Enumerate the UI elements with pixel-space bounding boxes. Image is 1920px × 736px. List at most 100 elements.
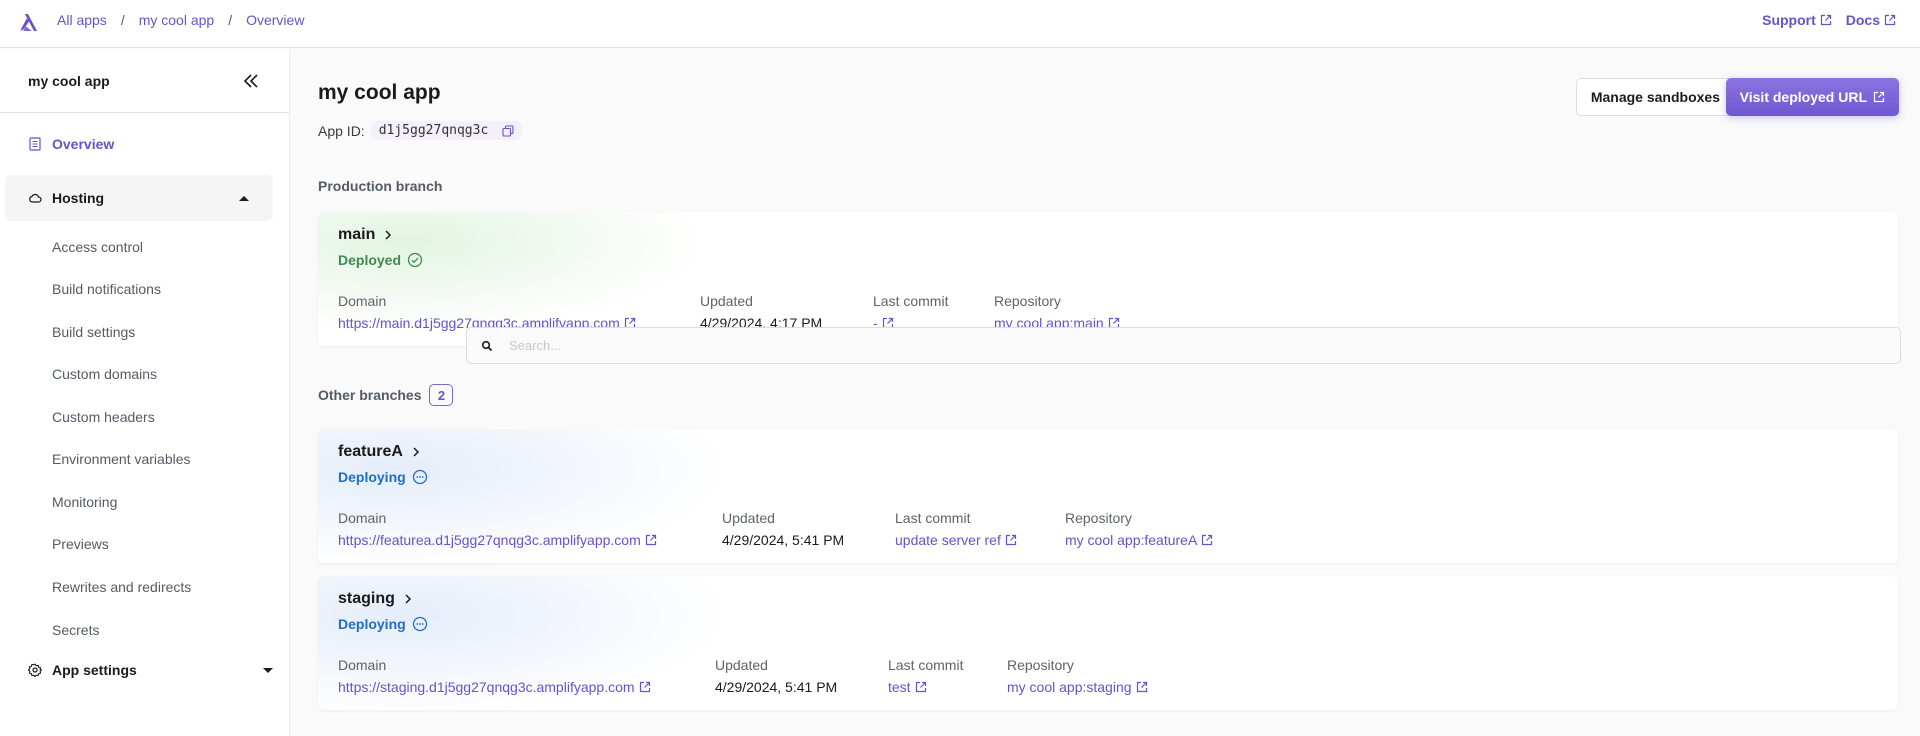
in-progress-icon [412,469,427,485]
domain-link[interactable]: https://staging.d1j5gg27qnqg3c.amplifyap… [338,679,651,695]
chevron-right-icon [413,447,419,457]
sidebar-item-secrets[interactable]: Secrets [52,622,99,638]
gear-icon [28,663,42,677]
sidebar-item-monitoring[interactable]: Monitoring [52,494,117,510]
last-commit-link[interactable]: update server ref [895,532,1017,548]
last-commit-label: Last commit [895,510,971,526]
chevron-right-icon [385,230,392,240]
sidebar-item-app-settings[interactable]: App settings [28,660,273,680]
last-commit-link[interactable]: test [888,679,963,695]
updated-label: Updated [715,657,768,673]
updated-value: 4/29/2024, 5:41 PM [715,679,838,695]
docs-label: Docs [1845,12,1880,28]
last-commit-label: Last commit [888,657,964,673]
app-id-label: App ID: [318,122,365,139]
search-icon [481,340,493,351]
chevron-right-icon [405,594,411,604]
sidebar-item-label: App settings [52,662,137,678]
in-progress-icon [412,616,427,632]
sidebar-item-previews[interactable]: Previews [52,536,109,552]
sidebar-item-label: Hosting [52,190,105,206]
sidebar-item-hosting[interactable]: Hosting [5,175,273,221]
collapse-sidebar-icon[interactable] [241,71,261,91]
top-links: Support Docs [1762,12,1896,28]
sidebar-item-build-notifications[interactable]: Build notifications [52,281,161,297]
app-id-chip: d1j5gg27qnqg3c [370,121,523,140]
domain-field: Domain https://main.d1j5gg27qnqg3c.ampli… [338,293,636,331]
domain-label: Domain [338,657,387,673]
branch-name-link[interactable]: staging [338,590,413,608]
sidebar-item-custom-domains[interactable]: Custom domains [52,366,157,382]
sidebar-item-build-settings[interactable]: Build settings [52,324,135,340]
branch-card-featurea: featureA Deploying Domain https://featur… [318,429,1898,563]
branch-search[interactable] [466,327,1901,364]
document-icon [29,137,41,151]
external-link-icon [1820,14,1831,26]
last-commit-field: Last commit test [888,657,963,695]
domain-label: Domain [338,293,387,309]
last-commit-label: Last commit [873,293,949,309]
updated-label: Updated [700,293,753,309]
status-text: Deploying [338,616,406,632]
breadcrumb-overview[interactable]: Overview [246,12,304,28]
repository-field: Repository my cool app:staging [1007,657,1148,695]
sidebar-item-label: Overview [52,136,115,152]
last-commit-value: test [888,679,911,695]
repository-link[interactable]: my cool app:featureA [1065,532,1213,548]
sidebar-item-custom-headers[interactable]: Custom headers [52,409,155,425]
branch-name-link[interactable]: main [338,226,393,244]
last-commit-value: update server ref [895,532,1001,548]
support-link[interactable]: Support [1762,12,1832,28]
visit-deployed-url-button[interactable]: Visit deployed URL [1725,78,1899,116]
sidebar-item-rewrites-redirects[interactable]: Rewrites and redirects [52,579,191,595]
breadcrumb-separator: / [228,12,233,28]
copy-icon[interactable] [502,124,514,137]
branch-card-staging: staging Deploying Domain https://staging… [318,576,1898,710]
other-branches-label: Other branches [318,387,422,403]
app-id-value: d1j5gg27qnqg3c [378,123,489,138]
external-link-icon [1136,681,1147,693]
sidebar-item-access-control[interactable]: Access control [52,239,143,255]
repository-link[interactable]: my cool app:staging [1007,679,1148,695]
cloud-icon [29,193,42,203]
branch-name-link[interactable]: featureA [338,443,421,461]
sidebar: my cool app Overview Hosting Access cont… [0,49,290,736]
updated-field: Updated 4/29/2024, 4:17 PM [700,293,822,331]
updated-label: Updated [722,510,775,526]
repository-value: my cool app:staging [1007,679,1132,695]
visit-deployed-url-label: Visit deployed URL [1739,89,1867,105]
domain-link[interactable]: https://featurea.d1j5gg27qnqg3c.amplifya… [338,532,657,548]
external-link-icon [645,534,656,546]
breadcrumb-app[interactable]: my cool app [139,12,214,28]
caret-down-icon [263,667,273,673]
external-link-icon [1005,534,1016,546]
amplify-logo-icon[interactable] [16,10,40,34]
breadcrumb: All apps / my cool app / Overview [57,12,304,28]
branch-name: featureA [338,443,403,460]
other-branches-header: Other branches 2 [318,384,454,406]
last-commit-field: Last commit - [873,293,948,331]
breadcrumb-all-apps[interactable]: All apps [57,12,107,28]
sidebar-item-environment-variables[interactable]: Environment variables [52,451,191,467]
search-input[interactable] [509,338,1889,353]
repository-label: Repository [994,293,1061,309]
external-link-icon [1873,91,1885,103]
check-circle-icon [407,252,423,268]
repository-label: Repository [1007,657,1074,673]
page-title: my cool app [318,81,441,104]
status-text: Deploying [338,469,406,485]
manage-sandboxes-button[interactable]: Manage sandboxes [1575,78,1735,116]
external-link-icon [915,681,926,693]
production-branch-label: Production branch [318,178,443,194]
app-id-row: App ID: d1j5gg27qnqg3c [318,121,523,140]
repository-value: my cool app:featureA [1065,532,1198,548]
branch-name: main [338,226,376,243]
domain-value: https://staging.d1j5gg27qnqg3c.amplifyap… [338,679,635,695]
docs-link[interactable]: Docs [1846,12,1896,28]
branch-status: Deploying [338,469,428,485]
external-link-icon [639,681,650,693]
repository-field: Repository my cool app:main [994,293,1120,331]
support-label: Support [1762,12,1816,28]
domain-value: https://featurea.d1j5gg27qnqg3c.amplifya… [338,532,641,548]
sidebar-item-overview[interactable]: Overview [28,136,114,152]
